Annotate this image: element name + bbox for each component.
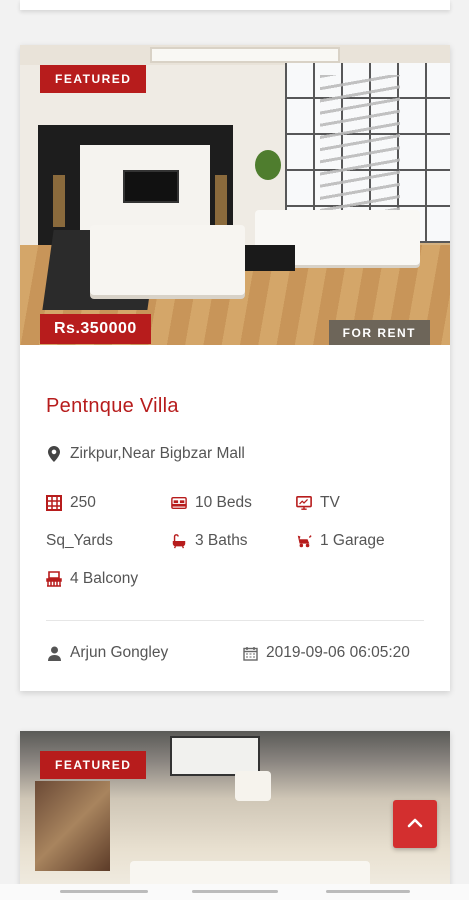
feature-tv: TV	[296, 494, 340, 512]
beds-count: 10 Beds	[195, 494, 252, 511]
feature-baths: 3 Baths	[171, 532, 248, 550]
feature-beds: 10 Beds	[171, 494, 252, 512]
bottom-scroll-area	[0, 884, 469, 900]
area-unit: Sq_Yards	[46, 532, 113, 549]
property-image-2[interactable]: FEATURED	[20, 731, 450, 900]
property-card[interactable]: FEATURED Rs.350000 FOR RENT Pentnque Vil…	[20, 45, 450, 691]
property-image[interactable]: FEATURED Rs.350000 FOR RENT	[20, 45, 450, 345]
area-value: 250	[70, 494, 96, 511]
card-divider	[46, 620, 424, 621]
map-marker-icon	[46, 446, 62, 462]
previous-card-bottom	[20, 0, 450, 10]
bed-icon	[171, 495, 187, 511]
chevron-up-icon	[407, 815, 423, 833]
balcony-icon	[46, 571, 62, 587]
bathtub-icon	[171, 533, 187, 549]
feature-balcony: 4 Balcony	[46, 570, 138, 588]
scroll-to-top-button[interactable]	[393, 800, 437, 848]
tv-icon	[296, 495, 312, 511]
property-address: Zirkpur,Near Bigbzar Mall	[46, 445, 245, 463]
date-text: 2019-09-06 06:05:20	[266, 644, 410, 661]
feature-garage: 1 Garage	[296, 532, 385, 550]
property-title[interactable]: Pentnque Villa	[46, 395, 179, 418]
baths-count: 3 Baths	[195, 532, 248, 549]
balcony-count: 4 Balcony	[70, 570, 139, 587]
listing-date: 2019-09-06 06:05:20	[242, 644, 410, 662]
car-icon	[296, 533, 312, 549]
agent-name: Arjun Gongley	[70, 644, 169, 661]
featured-badge-2: FEATURED	[40, 751, 147, 779]
address-text: Zirkpur,Near Bigbzar Mall	[70, 445, 245, 462]
agent-info[interactable]: Arjun Gongley	[46, 644, 168, 662]
property-card-2[interactable]: FEATURED	[20, 731, 450, 900]
garage-count: 1 Garage	[320, 532, 385, 549]
featured-badge: FEATURED	[40, 65, 147, 93]
listing-type-badge: FOR RENT	[328, 320, 430, 345]
user-icon	[46, 645, 62, 661]
calendar-icon	[242, 645, 258, 661]
feature-area: 250	[46, 494, 96, 512]
feature-area-unit: Sq_Yards	[46, 532, 113, 550]
tv-label: TV	[320, 494, 340, 511]
area-grid-icon	[46, 495, 62, 511]
price-badge: Rs.350000	[40, 314, 151, 344]
